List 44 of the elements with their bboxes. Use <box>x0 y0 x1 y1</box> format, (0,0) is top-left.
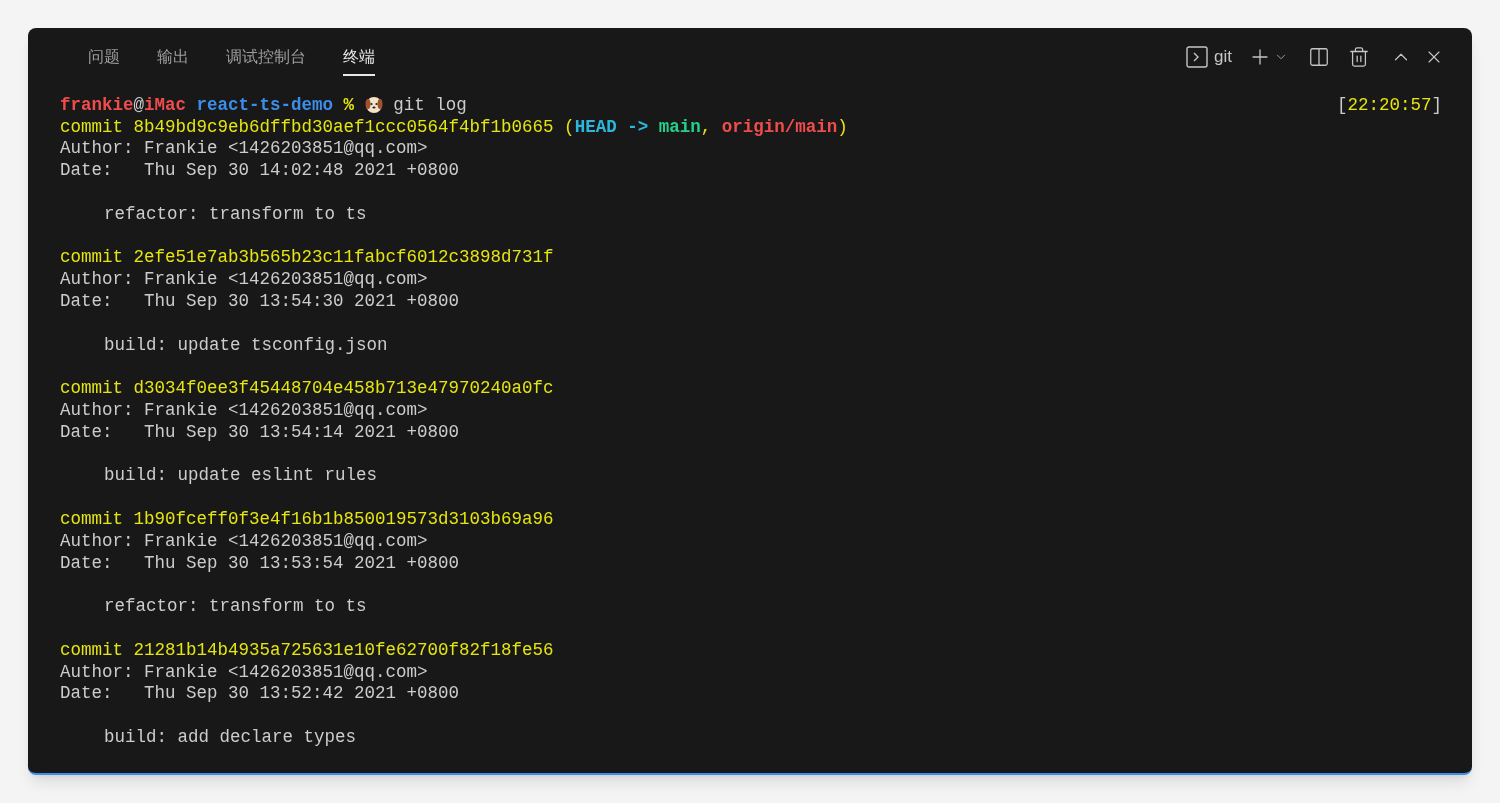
time-bracket: ] <box>1431 93 1442 117</box>
prompt-host: iMac <box>144 93 187 117</box>
command-text: git log <box>393 93 467 117</box>
commit-message: build: add declare types <box>104 725 357 749</box>
commit-message: refactor: transform to ts <box>104 202 367 226</box>
time-bracket: [ <box>1336 93 1348 117</box>
punctuation: , <box>700 115 712 139</box>
commit-message: build: update tsconfig.json <box>104 333 388 357</box>
commit-message: build: update eslint rules <box>104 464 378 488</box>
terminal-shell-button[interactable]: git <box>1186 44 1232 70</box>
terminal-icon <box>1186 46 1209 68</box>
remote-ref: origin/main <box>721 115 838 139</box>
split-icon[interactable] <box>1308 46 1330 68</box>
punctuation: ( <box>564 115 575 139</box>
commit-hash: commit 21281b14b4935a725631e10fe62700f82f18fe56 <box>60 638 554 662</box>
commit-author: Author: Frankie <1426203851@qq.com> <box>60 268 428 292</box>
commit-date: Date: Thu Sep 30 13:52:42 2021 +0800 <box>60 682 460 706</box>
commit-date: Date: Thu Sep 30 13:54:14 2021 +0800 <box>60 420 460 444</box>
prompt-time: 22:20:57 <box>1347 93 1432 117</box>
commit-author: Author: Frankie <1426203851@qq.com> <box>60 660 428 684</box>
punctuation: ) <box>837 115 848 139</box>
dog-face-icon <box>364 95 383 114</box>
commit-author: Author: Frankie <1426203851@qq.com> <box>60 398 428 422</box>
commit-date: Date: Thu Sep 30 14:02:48 2021 +0800 <box>60 159 460 183</box>
commit-hash: commit d3034f0ee3f45448704e458b713e47970240a0fc <box>60 377 554 401</box>
branch-ref: main <box>658 115 701 139</box>
trash-icon[interactable] <box>1348 46 1370 68</box>
commit-date: Date: Thu Sep 30 13:53:54 2021 +0800 <box>60 551 460 575</box>
commit-author: Author: Frankie <1426203851@qq.com> <box>60 529 428 553</box>
panel-tab[interactable]: 问题 <box>88 38 120 76</box>
panel-tab[interactable]: 终端 <box>343 38 375 76</box>
commit-author: Author: Frankie <1426203851@qq.com> <box>60 137 428 161</box>
commit-hash: commit 8b49bd9c9eb6dffbd30aef1ccc0564f4bf1b0665 <box>60 115 554 139</box>
commit-date: Date: Thu Sep 30 13:54:30 2021 +0800 <box>60 289 460 313</box>
commit-hash: commit 1b90fceff0f3e4f16b1b850019573d3103b69a96 <box>60 507 554 531</box>
commit-message: refactor: transform to ts <box>104 595 367 619</box>
commit-hash: commit 2efe51e7ab3b565b23c11fabcf6012c3898d731f <box>60 246 554 270</box>
prompt-user: frankie <box>60 93 134 117</box>
panel-tab[interactable]: 输出 <box>157 38 189 76</box>
prompt-symbol: % <box>343 93 355 117</box>
panel-tab[interactable]: 调试控制台 <box>226 38 306 76</box>
prompt-at: @ <box>133 93 145 117</box>
prompt-directory: react-ts-demo <box>196 93 334 117</box>
head-ref: HEAD -> <box>574 115 649 139</box>
